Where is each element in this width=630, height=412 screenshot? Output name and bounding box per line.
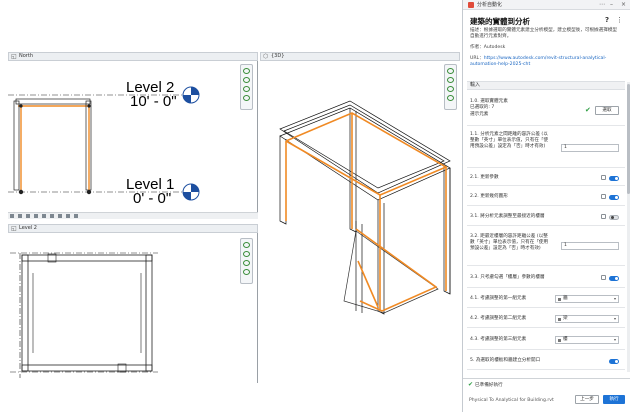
parameter-icon bbox=[601, 275, 606, 280]
floor-icon bbox=[558, 339, 561, 342]
row-label: 3.1. 將分析元素調整至最接近的樓層 bbox=[470, 214, 545, 219]
openings-row: 5. 為選取的樓板和牆建立分析開口 bbox=[467, 352, 625, 370]
row-label: 2.1. 更新參數 bbox=[470, 175, 499, 180]
select-button[interactable]: 選取 bbox=[595, 106, 619, 115]
row-label: 3.3. 只考慮勾選「樓層」參數的樓層 bbox=[470, 275, 545, 280]
description-text: 描述：根據選取的實體元素建立分析模型，建立模型後，可根據選擇模型自動進行元素對齊… bbox=[470, 28, 618, 39]
minimize-icon[interactable]: – bbox=[610, 1, 613, 8]
group-2-value: 梁 bbox=[563, 316, 568, 321]
parameter-icon bbox=[601, 194, 606, 199]
wall-icon bbox=[558, 298, 561, 301]
level2-navigation-bar[interactable] bbox=[240, 238, 253, 284]
chevron-down-icon: ▾ bbox=[613, 337, 616, 342]
selected-count: 已選取的: 7 bbox=[470, 105, 495, 110]
url-label: URL： bbox=[470, 56, 484, 61]
adjust-to-level-toggle[interactable] bbox=[609, 215, 619, 220]
row-label: 4.2. 考慮調整的第二組元素 bbox=[470, 316, 527, 321]
north-navigation-bar[interactable] bbox=[240, 64, 253, 110]
3d-tab-label: {3D} bbox=[271, 53, 285, 59]
level-tolerance-row: 3.2. 距最近樓層的容許距離公差 (以整數「英寸」單位表示值，只有在「使用預設… bbox=[467, 230, 625, 266]
menu-icon[interactable]: ⋮ bbox=[616, 16, 623, 24]
row-label: 4.3. 考慮調整的第三組元素 bbox=[470, 337, 527, 342]
input-section-label: 輸入 bbox=[470, 82, 481, 88]
app-icon bbox=[468, 2, 474, 8]
group-1-select[interactable]: 牆 ▾ bbox=[555, 295, 619, 303]
parameter-icon bbox=[601, 175, 606, 180]
story-levels-toggle[interactable] bbox=[609, 276, 619, 281]
adjust-to-level-row: 3.1. 將分析元素調整至最接近的樓層 bbox=[467, 208, 625, 226]
group-2-select[interactable]: 梁 ▾ bbox=[555, 315, 619, 323]
3d-model-drawing bbox=[279, 100, 451, 315]
analytical-automation-panel: 分析自動化 ⋯ – × 建築的實體到分析 ? ⋮ 描述：根據選取的實體元素建立分… bbox=[462, 0, 630, 412]
tolerance-row: 1.1. 分析元素之間距離的容許公差 (以整數「英寸」單位表示值，只有在「使用預… bbox=[467, 128, 625, 168]
group-3-value: 樓 bbox=[563, 337, 568, 342]
story-levels-row: 3.3. 只考慮勾選「樓層」參數的樓層 bbox=[467, 268, 625, 288]
view-icon: ◱ bbox=[11, 225, 17, 232]
level2-view-tab[interactable]: ◱ Level 2 bbox=[8, 224, 258, 233]
more-icon[interactable]: ⋯ bbox=[599, 1, 605, 8]
beam-icon bbox=[558, 318, 561, 321]
update-geometry-row: 2.2. 更新幾何圖形 bbox=[467, 188, 625, 206]
input-section-header[interactable]: 輸入 bbox=[467, 81, 625, 90]
3d-view[interactable] bbox=[260, 61, 460, 386]
group-1-row: 4.1. 考慮調整的第一組元素 牆 ▾ bbox=[467, 290, 625, 308]
panel-header: 分析自動化 ⋯ – × bbox=[463, 0, 630, 10]
north-tab-label: North bbox=[19, 53, 33, 59]
help-icon[interactable]: ? bbox=[605, 16, 609, 24]
close-icon[interactable]: × bbox=[621, 1, 626, 8]
north-view-tab[interactable]: ◱ North bbox=[8, 52, 258, 61]
back-button[interactable]: 上一步 bbox=[575, 395, 599, 404]
level-2-elevation: 10' - 0" bbox=[130, 93, 177, 110]
chevron-down-icon: ▾ bbox=[613, 316, 616, 321]
help-url-link[interactable]: https://www.autodesk.com/revit-structura… bbox=[470, 56, 606, 67]
level2-plan-drawing bbox=[10, 252, 158, 378]
status-text: 已準備好執行 bbox=[475, 383, 503, 388]
status-ok-icon: ✔ bbox=[468, 381, 474, 388]
level-1-elevation: 0' - 0" bbox=[133, 190, 172, 207]
north-view-control-bar[interactable] bbox=[8, 212, 258, 219]
group-1-value: 牆 bbox=[563, 296, 568, 301]
url-row: URL：https://www.autodesk.com/revit-struc… bbox=[470, 56, 620, 68]
panel-footer: ✔ 已準備好執行 Physical To Analytical for Buil… bbox=[463, 378, 630, 412]
footer-file-name: Physical To Analytical for Building.rvt bbox=[469, 398, 554, 403]
show-elements-link[interactable]: 選示元素 bbox=[470, 112, 560, 118]
3d-view-tab[interactable]: ⬡ {3D} bbox=[260, 52, 460, 61]
group-2-row: 4.2. 考慮調整的第二組元素 梁 ▾ bbox=[467, 310, 625, 328]
parameter-icon bbox=[601, 214, 606, 219]
group-3-select[interactable]: 樓 ▾ bbox=[555, 336, 619, 344]
create-openings-toggle[interactable] bbox=[609, 359, 619, 364]
run-button[interactable]: 執行 bbox=[603, 395, 625, 404]
update-parameters-toggle[interactable] bbox=[609, 176, 619, 181]
selection-ok-icon: ✔ bbox=[585, 106, 591, 114]
row-label: 5. 為選取的樓板和牆建立分析開口 bbox=[470, 358, 541, 363]
panel-window-title: 分析自動化 bbox=[477, 2, 503, 8]
page-title: 建築的實體到分析 bbox=[470, 17, 530, 26]
level2-tab-label: Level 2 bbox=[19, 225, 37, 231]
select-elements-row: 1.0. 選取實體元素 已選取的: 7 選示元素 ✔ 選取 bbox=[467, 96, 625, 126]
author-text: 作者：Autodesk bbox=[470, 45, 506, 50]
row-label: 2.2. 更新幾何圖形 bbox=[470, 194, 508, 199]
chevron-down-icon: ▾ bbox=[613, 296, 616, 301]
tolerance-input[interactable]: 1 bbox=[561, 144, 619, 152]
group-3-row: 4.3. 考慮調整的第三組元素 樓 ▾ bbox=[467, 330, 625, 350]
view-icon: ◱ bbox=[11, 53, 17, 60]
level-tolerance-input[interactable]: 1 bbox=[561, 242, 619, 250]
row-label: 4.1. 考慮調整的第一組元素 bbox=[470, 296, 527, 301]
update-geometry-toggle[interactable] bbox=[609, 195, 619, 200]
3d-navigation-bar[interactable] bbox=[444, 64, 457, 110]
row-label: 3.2. 距最近樓層的容許距離公差 (以整數「英寸」單位表示值，只有在「使用預設… bbox=[470, 234, 549, 251]
update-parameters-row: 2.1. 更新參數 bbox=[467, 170, 625, 186]
row-label: 1.1. 分析元素之間距離的容許公差 (以整數「英寸」單位表示值，只有在「使用預… bbox=[470, 132, 549, 149]
3d-view-icon: ⬡ bbox=[263, 53, 269, 60]
level2-plan-view[interactable] bbox=[8, 233, 258, 383]
